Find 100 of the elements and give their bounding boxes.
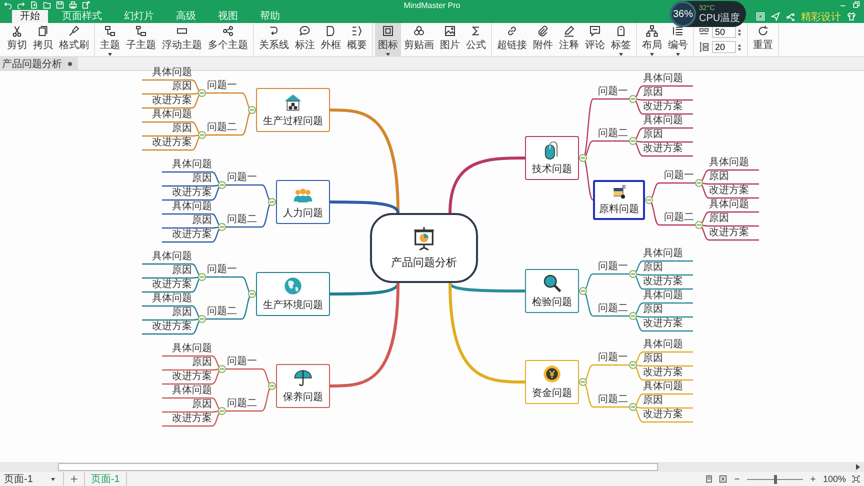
leaf-label[interactable]: 具体问题	[643, 73, 693, 86]
problem-label[interactable]: 问题一	[593, 86, 633, 98]
collapse-toggle[interactable]	[248, 290, 256, 298]
leaf-label[interactable]: 原因	[709, 213, 759, 226]
new-file-icon[interactable]	[30, 1, 38, 10]
topic-node[interactable]: 资金问题	[525, 360, 579, 404]
problem-label[interactable]: 问题二	[202, 306, 242, 318]
problem-label[interactable]: 问题二	[593, 128, 633, 140]
toolbar-button[interactable]: 格式刷	[56, 23, 92, 56]
leaf-label[interactable]: 原因	[643, 129, 693, 142]
number-field[interactable]: 20	[712, 41, 736, 54]
fit-window-icon[interactable]	[852, 475, 860, 483]
leaf-label[interactable]: 原因	[709, 171, 759, 184]
toolbar-button[interactable]: 剪贴画	[401, 23, 437, 56]
collapse-toggle[interactable]	[579, 378, 587, 386]
collapse-toggle[interactable]	[629, 403, 637, 412]
share-icon[interactable]	[786, 12, 795, 22]
send-icon[interactable]	[771, 12, 780, 22]
toolbar-button[interactable]: 超链接	[494, 23, 530, 56]
collapse-toggle[interactable]	[629, 361, 637, 370]
collapse-toggle[interactable]	[268, 198, 276, 206]
fullscreen-icon[interactable]	[756, 12, 765, 22]
leaf-label[interactable]: 具体问题	[162, 343, 212, 356]
leaf-label[interactable]: 原因	[643, 395, 693, 408]
leaf-label[interactable]: 改进方案	[162, 413, 212, 426]
collapse-toggle[interactable]	[198, 315, 206, 324]
subtopic-node[interactable]: 原料问题	[593, 180, 645, 220]
leaf-label[interactable]: 原因	[643, 262, 693, 274]
problem-label[interactable]: 问题二	[202, 122, 242, 134]
toolbar-button[interactable]: 附件	[530, 23, 556, 56]
collapse-toggle[interactable]	[248, 106, 256, 114]
topic-node[interactable]: 生产环境问题	[256, 272, 330, 316]
problem-label[interactable]: 问题一	[202, 80, 242, 92]
problem-label[interactable]: 问题二	[593, 394, 633, 406]
undo-icon[interactable]	[4, 1, 12, 10]
leaf-label[interactable]: 改进方案	[643, 143, 693, 156]
zoom-level[interactable]: 100%	[822, 474, 846, 484]
leaf-label[interactable]: 具体问题	[709, 199, 759, 212]
collapse-toggle[interactable]	[218, 181, 226, 190]
topic-node[interactable]: 保养问题	[276, 364, 330, 408]
toolbar-button[interactable]: 拷贝	[30, 23, 56, 56]
collapse-toggle[interactable]	[629, 137, 637, 146]
problem-label[interactable]: 问题一	[593, 261, 633, 274]
leaf-label[interactable]: 具体问题	[142, 293, 192, 306]
collapse-toggle[interactable]	[579, 287, 587, 296]
topic-node[interactable]: 生产过程问题	[256, 88, 330, 132]
leaf-label[interactable]: 具体问题	[709, 157, 759, 170]
leaf-label[interactable]: 原因	[142, 265, 192, 278]
print-icon[interactable]	[69, 1, 77, 10]
toolbar-button[interactable]: 评论	[582, 23, 608, 56]
topic-node[interactable]: 人力问题	[276, 180, 330, 224]
toolbar-button[interactable]: 关系线	[256, 23, 292, 56]
central-topic[interactable]: 产品问题分析	[370, 213, 478, 284]
document-tab[interactable]: 产品问题分析	[0, 57, 78, 70]
toolbar-button[interactable]: 概要	[344, 23, 370, 56]
toolbar-button[interactable]: 外框	[318, 23, 344, 56]
leaf-label[interactable]: 具体问题	[142, 251, 192, 264]
leaf-label[interactable]: 改进方案	[643, 409, 693, 422]
toolbar-button[interactable]: 多个主题	[205, 23, 251, 56]
leaf-label[interactable]: 原因	[162, 215, 212, 228]
leaf-label[interactable]: 具体问题	[142, 109, 192, 122]
collapse-toggle[interactable]	[198, 89, 206, 98]
collapse-toggle[interactable]	[629, 312, 637, 320]
leaf-label[interactable]: 改进方案	[643, 276, 693, 288]
leaf-label[interactable]: 改进方案	[162, 371, 212, 384]
leaf-label[interactable]: 改进方案	[142, 137, 192, 150]
collapse-toggle[interactable]	[218, 407, 226, 416]
collapse-toggle[interactable]	[695, 179, 703, 188]
spin-arrows-icon[interactable]	[737, 42, 742, 52]
problem-label[interactable]: 问题二	[659, 212, 699, 224]
save-icon[interactable]	[56, 1, 64, 10]
collapse-toggle[interactable]	[629, 270, 637, 278]
collapse-toggle[interactable]	[268, 382, 276, 390]
problem-label[interactable]: 问题一	[659, 170, 699, 182]
leaf-label[interactable]: 具体问题	[643, 248, 693, 260]
leaf-label[interactable]: 原因	[643, 353, 693, 366]
toolbar-button[interactable]: 注释	[556, 23, 582, 56]
leaf-label[interactable]: 改进方案	[162, 229, 212, 242]
collapse-toggle[interactable]	[218, 365, 226, 374]
zoom-in-icon[interactable]	[808, 475, 817, 483]
leaf-label[interactable]: 原因	[162, 399, 212, 412]
scroll-right-arrow[interactable]	[854, 463, 862, 472]
leaf-label[interactable]: 改进方案	[643, 101, 693, 114]
topic-node[interactable]: 技术问题	[525, 136, 579, 180]
leaf-label[interactable]: 改进方案	[709, 227, 759, 240]
page-view-icon[interactable]	[704, 475, 713, 483]
leaf-label[interactable]: 具体问题	[643, 339, 693, 352]
toolbar-button[interactable]: 标注	[292, 23, 318, 56]
leaf-label[interactable]: 具体问题	[162, 201, 212, 214]
leaf-label[interactable]: 原因	[643, 304, 693, 316]
leaf-label[interactable]: 具体问题	[643, 381, 693, 394]
collapse-toggle[interactable]	[198, 273, 206, 282]
leaf-label[interactable]: 具体问题	[142, 67, 192, 80]
problem-label[interactable]: 问题一	[222, 172, 262, 184]
toolbar-button[interactable]: 图片	[437, 23, 463, 56]
problem-label[interactable]: 问题一	[202, 264, 242, 276]
collapse-toggle[interactable]	[695, 221, 703, 230]
problem-label[interactable]: 问题二	[222, 398, 262, 410]
add-page-icon[interactable]	[70, 475, 78, 483]
leaf-label[interactable]: 具体问题	[162, 159, 212, 172]
